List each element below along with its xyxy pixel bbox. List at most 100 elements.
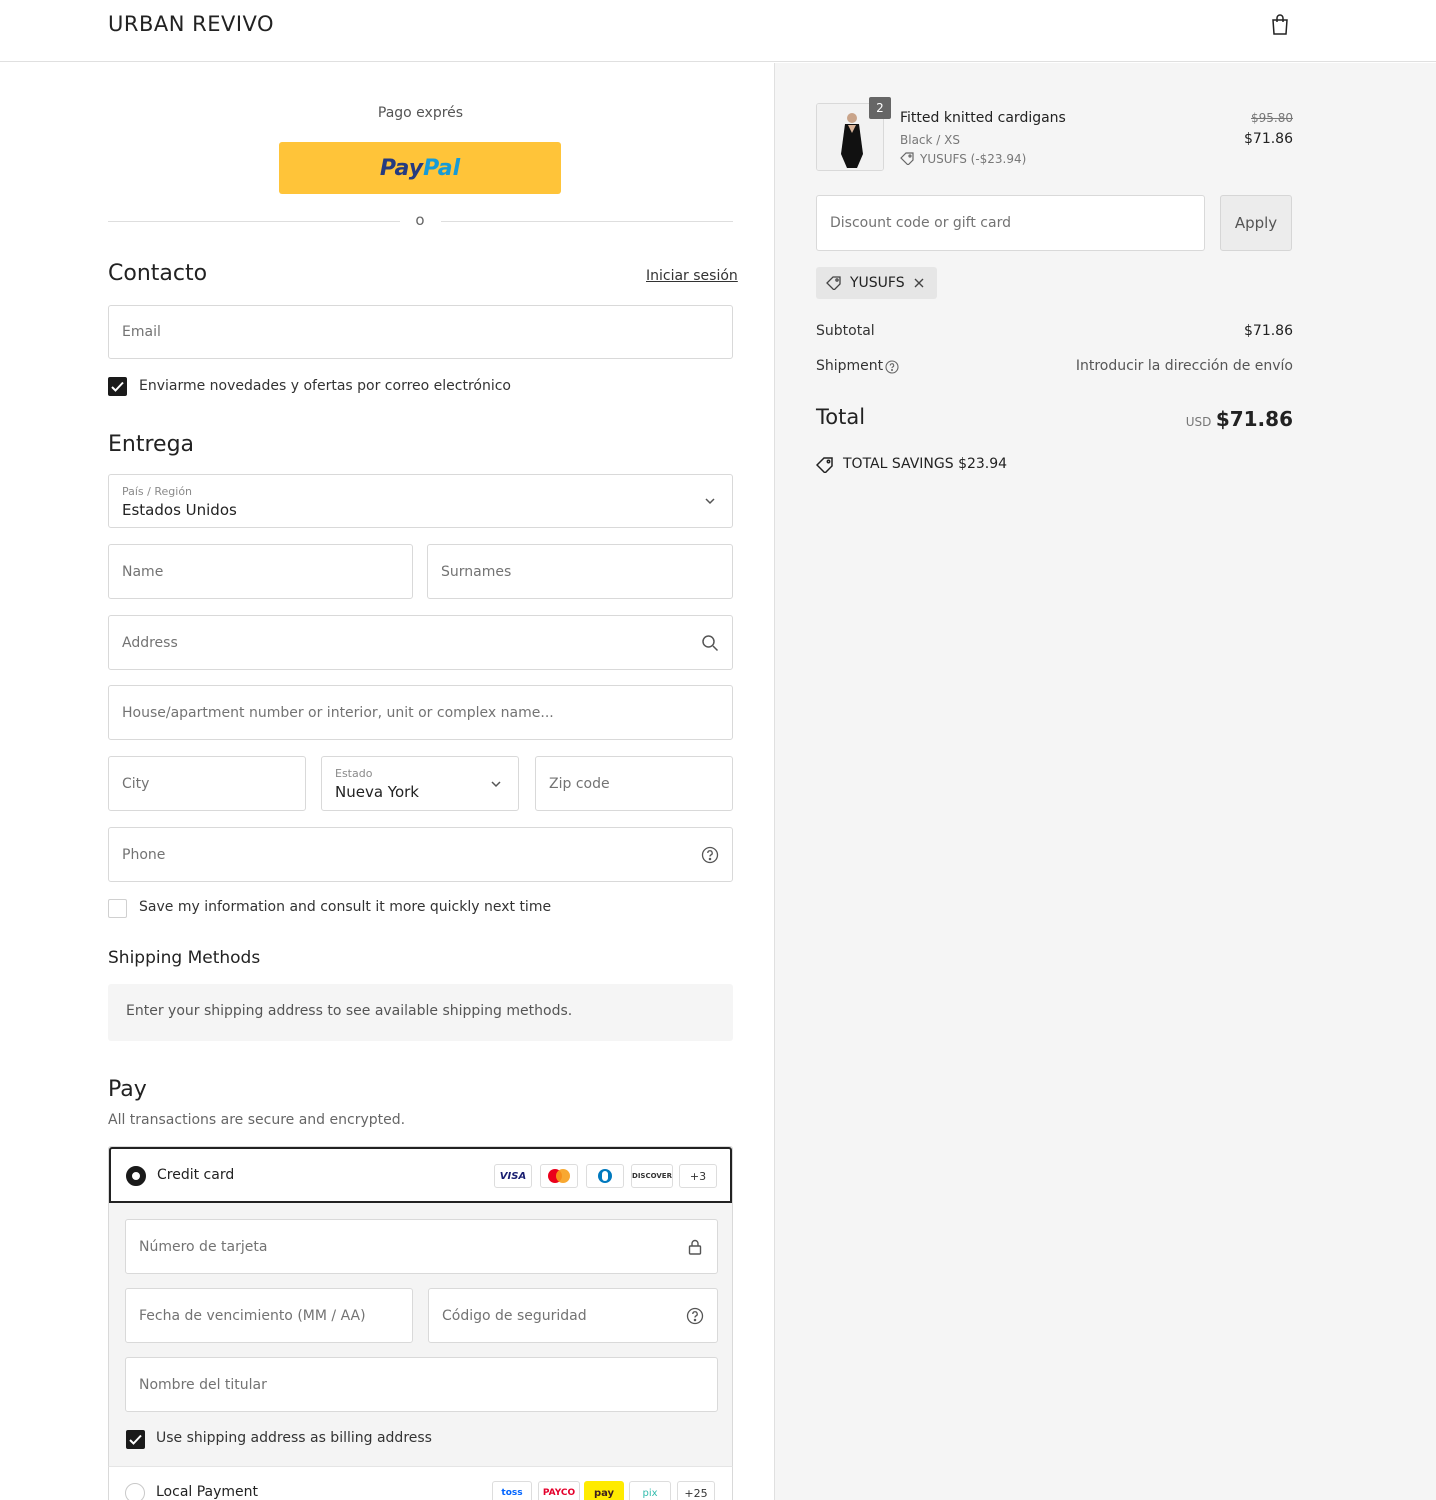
newsletter-checkbox[interactable] [108, 377, 127, 396]
cardholder-name-placeholder: Nombre del titular [139, 1376, 267, 1393]
shipment-value: Introducir la dirección de envío [1075, 358, 1293, 374]
header: URBAN REVIVO [0, 0, 1436, 62]
country-label: País / Región [122, 485, 193, 498]
address-field[interactable]: Address [108, 615, 733, 670]
shipping-methods-title: Shipping Methods [108, 948, 261, 968]
billing-same-checkbox[interactable] [126, 1430, 145, 1449]
total-label: Total [816, 405, 866, 429]
credit-card-radio[interactable] [126, 1166, 146, 1186]
shipping-methods-info-text: Enter your shipping address to see avail… [126, 1003, 573, 1019]
pay-subtitle: All transactions are secure and encrypte… [108, 1112, 406, 1128]
order-summary: 2 Fitted knitted cardigans Black / XS YU… [774, 63, 1436, 1500]
contact-title: Contacto [108, 261, 208, 286]
discount-tag-icon [900, 152, 914, 165]
divider-or: o [415, 211, 425, 229]
help-circle-icon[interactable] [700, 845, 720, 865]
save-info-checkbox[interactable] [108, 899, 127, 918]
save-info-label: Save my information and consult it more … [139, 899, 552, 915]
state-select[interactable]: Estado Nueva York [321, 756, 519, 811]
help-circle-icon[interactable] [885, 360, 899, 374]
remove-discount-icon[interactable] [914, 278, 924, 288]
shipment-label: Shipment [816, 358, 884, 374]
surnames-placeholder: Surnames [441, 563, 512, 580]
phone-field[interactable]: Phone [108, 827, 733, 882]
original-price: $95.80 [1251, 111, 1293, 125]
card-number-field[interactable]: Número de tarjeta [125, 1219, 718, 1274]
total-savings: TOTAL SAVINGS $23.94 [843, 456, 1007, 472]
name-placeholder: Name [122, 563, 164, 580]
payment-options: Credit card VISA DISCOVER +3 Número de t… [108, 1146, 733, 1500]
express-checkout-label: Pago exprés [377, 105, 464, 121]
tag-icon [826, 276, 841, 290]
name-field[interactable]: Name [108, 544, 413, 599]
item-price: $71.86 [1244, 131, 1293, 147]
product-discount: YUSUFS (-$23.94) [920, 152, 1027, 166]
search-icon [702, 634, 719, 651]
paypal-button[interactable]: Pay Pal [279, 142, 561, 194]
total-value: $71.86 [1215, 407, 1293, 431]
delivery-title: Entrega [108, 432, 195, 457]
help-circle-icon[interactable] [685, 1306, 705, 1326]
expiry-field[interactable]: Fecha de vencimiento (MM / AA) [125, 1288, 413, 1343]
email-placeholder: Email [122, 324, 161, 340]
pix-icon: pix [629, 1481, 671, 1500]
credit-card-option[interactable]: Credit card VISA DISCOVER +3 [109, 1147, 732, 1203]
discover-icon: DISCOVER [631, 1164, 673, 1188]
total-savings-label: TOTAL SAVINGS [843, 456, 954, 472]
store-logo[interactable]: URBAN REVIVO [108, 12, 274, 36]
discount-code-placeholder: Discount code or gift card [830, 215, 1011, 231]
checkmark-icon [111, 381, 124, 392]
paypal-logo-part2: Pal [423, 155, 461, 181]
login-link[interactable]: Iniciar sesión [646, 268, 738, 284]
phone-placeholder: Phone [122, 846, 166, 863]
zip-field[interactable]: Zip code [535, 756, 733, 811]
local-payment-option[interactable]: Local Payment toss PAYCO pay pix +25 [108, 1466, 733, 1500]
product-variant: Black / XS [900, 133, 960, 147]
diners-club-icon [586, 1164, 624, 1188]
discount-code-input[interactable]: Discount code or gift card [816, 195, 1205, 251]
toss-icon: toss [492, 1481, 532, 1500]
total-currency: USD [1185, 415, 1212, 429]
cvv-placeholder: Código de seguridad [442, 1307, 587, 1324]
pay-title: Pay [108, 1077, 147, 1102]
country-value: Estados Unidos [122, 501, 237, 519]
applied-discount-chip: YUSUFS [816, 267, 937, 299]
paypal-logo-part1: Pay [379, 155, 424, 181]
apartment-placeholder: House/apartment number or interior, unit… [122, 704, 554, 721]
shipping-methods-info: Enter your shipping address to see avail… [108, 984, 733, 1041]
chevron-down-icon [491, 780, 501, 787]
kakaopay-icon: pay [584, 1481, 624, 1500]
state-value: Nueva York [335, 783, 419, 801]
newsletter-label: Enviarme novedades y ofertas por correo … [139, 378, 511, 394]
apply-button[interactable]: Apply [1220, 195, 1292, 251]
cvv-field[interactable]: Código de seguridad [428, 1288, 718, 1343]
quantity-badge: 2 [869, 97, 891, 119]
subtotal-value: $71.86 [1244, 323, 1293, 339]
divider-left [108, 221, 400, 222]
cardholder-name-field[interactable]: Nombre del titular [125, 1357, 718, 1412]
country-select[interactable]: País / Región Estados Unidos [108, 474, 733, 528]
checkout-form: Pago exprés Pay Pal o Contacto Iniciar se… [0, 63, 774, 1500]
visa-icon: VISA [494, 1164, 532, 1188]
local-payment-radio[interactable] [125, 1483, 145, 1500]
payco-icon: PAYCO [538, 1481, 580, 1500]
divider-right [441, 221, 733, 222]
city-field[interactable]: City [108, 756, 306, 811]
expiry-placeholder: Fecha de vencimiento (MM / AA) [139, 1307, 366, 1324]
total-savings-value: $23.94 [958, 456, 1008, 472]
mastercard-icon [540, 1164, 578, 1188]
local-payment-label: Local Payment [156, 1484, 259, 1500]
address-placeholder: Address [122, 634, 178, 651]
subtotal-label: Subtotal [816, 323, 875, 339]
billing-same-label: Use shipping address as billing address [156, 1430, 432, 1446]
city-placeholder: City [122, 775, 150, 792]
surnames-field[interactable]: Surnames [427, 544, 733, 599]
applied-code: YUSUFS [850, 275, 905, 291]
savings-tag-icon [816, 457, 833, 473]
total-amount: USD $71.86 [1093, 407, 1293, 431]
email-field[interactable]: Email [108, 305, 733, 359]
state-label: Estado [335, 767, 373, 780]
credit-card-label: Credit card [157, 1167, 235, 1183]
apartment-field[interactable]: House/apartment number or interior, unit… [108, 685, 733, 740]
shopping-bag-icon[interactable] [1268, 13, 1292, 37]
